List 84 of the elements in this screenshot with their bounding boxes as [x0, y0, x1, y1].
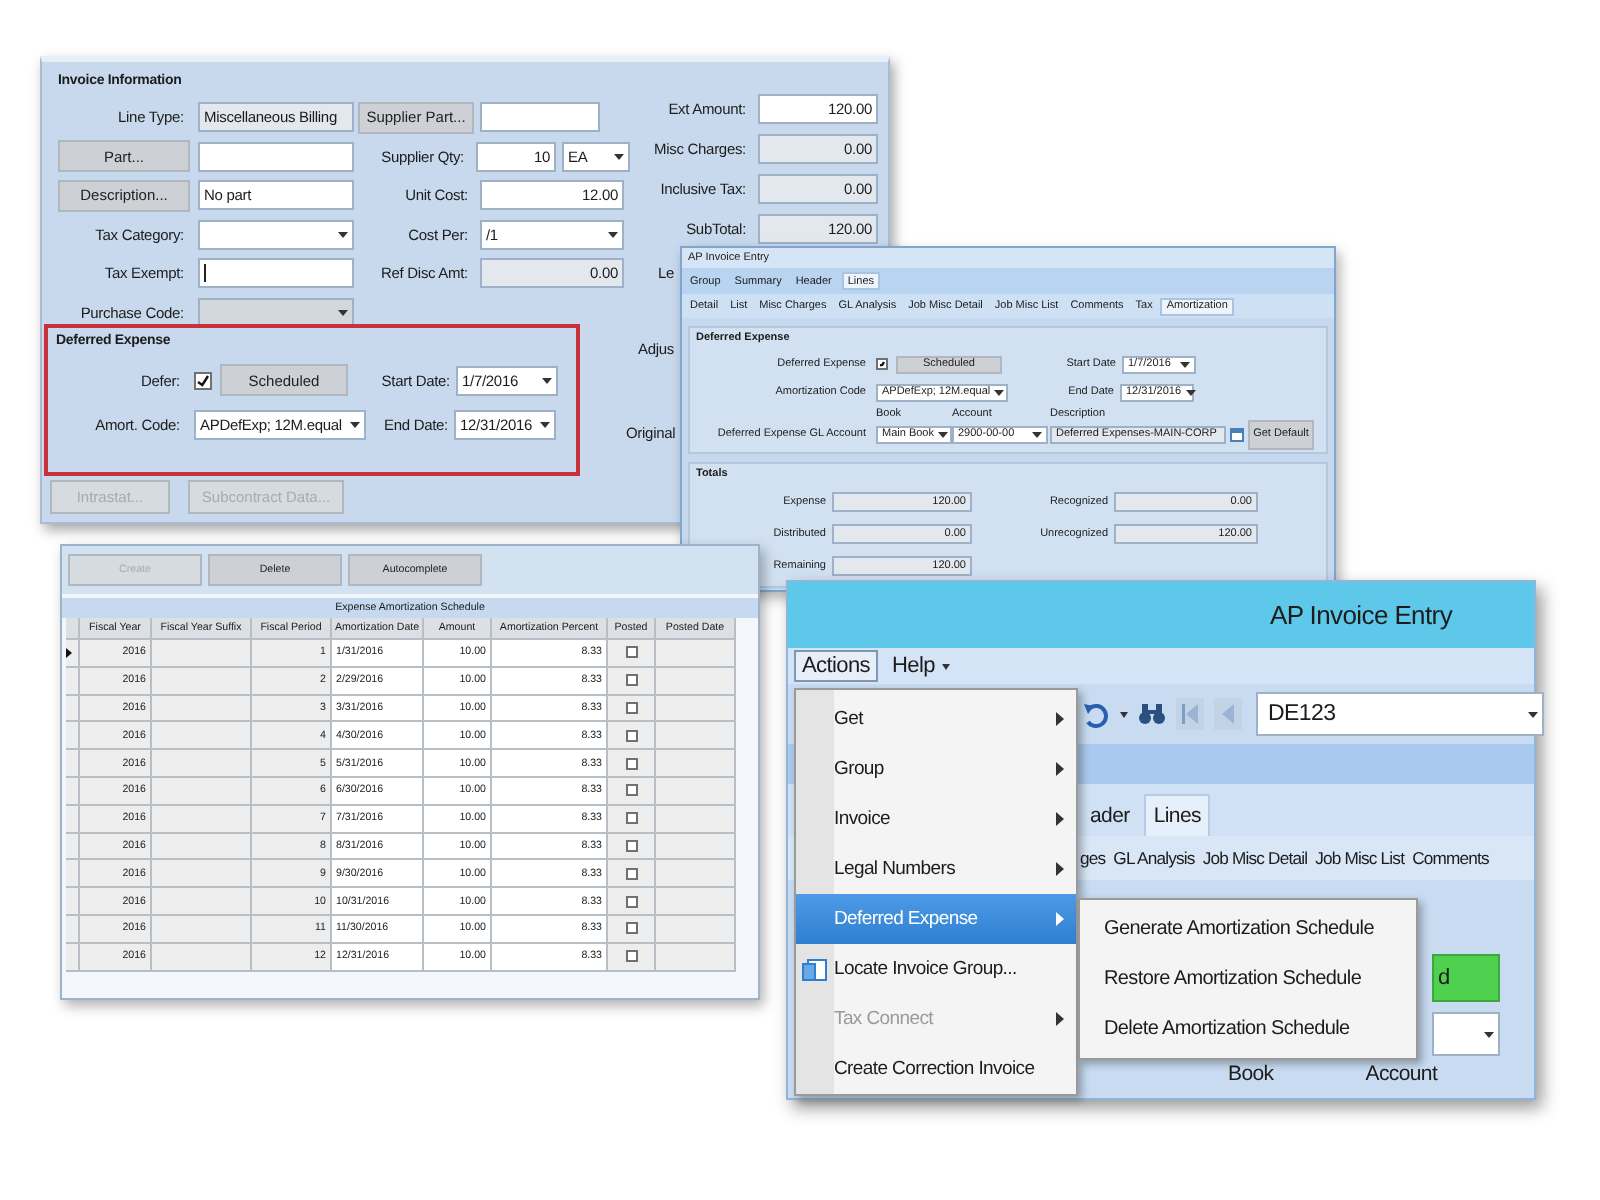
menu-item[interactable]: Create Correction Invoice: [796, 1044, 1076, 1094]
checkbox[interactable]: [625, 729, 637, 742]
checkbox[interactable]: [625, 922, 637, 935]
submenu-arrow-icon: [1056, 712, 1064, 726]
record-dropdown[interactable]: DE123: [1256, 692, 1544, 736]
column-label: Account: [1365, 1062, 1438, 1086]
column-label: Book: [1228, 1062, 1274, 1086]
submenu-arrow-icon: [1056, 912, 1064, 926]
dropdown-arrow-icon: [1180, 361, 1190, 367]
menu-bar-item[interactable]: Actions: [794, 650, 878, 682]
table-cell: [152, 640, 252, 668]
dropdown-arrow-icon: [938, 431, 948, 437]
menu-item[interactable]: Generate Amortization Schedule: [1080, 904, 1416, 954]
checkbox[interactable]: [625, 867, 637, 880]
dropdown-arrow-icon: [608, 231, 618, 238]
row-pointer-icon: [66, 647, 72, 658]
dropdown-arrow-icon: [338, 309, 348, 316]
tab[interactable]: GL Analysis: [1113, 848, 1195, 868]
menu-item[interactable]: Restore Amortization Schedule: [1080, 954, 1416, 1004]
table-cell: [152, 915, 252, 944]
menu-item[interactable]: Legal Numbers: [796, 844, 1076, 894]
checkbox[interactable]: [625, 757, 637, 770]
calendar-icon: [1230, 427, 1244, 441]
dropdown-field[interactable]: [198, 219, 354, 250]
checkbox[interactable]: [625, 646, 637, 659]
submenu-arrow-icon: [1056, 1012, 1064, 1026]
dropdown-arrow-icon: [994, 389, 1005, 395]
checkbox[interactable]: [625, 812, 637, 825]
table-cell: [152, 805, 252, 834]
dropdown-arrow-icon: [1484, 1031, 1494, 1037]
dropdown-field[interactable]: [1432, 1012, 1500, 1056]
dropdown-arrow-icon: [1185, 389, 1196, 395]
dropdown-arrow-icon: [1032, 431, 1042, 437]
dropdown-arrow-icon: [540, 421, 550, 427]
first-record-icon: [1176, 698, 1204, 730]
checkbox[interactable]: [625, 701, 637, 714]
table-cell: [152, 888, 252, 916]
table-cell: [152, 667, 252, 696]
checkbox[interactable]: [194, 371, 212, 389]
tab[interactable]: ges: [1080, 848, 1106, 868]
dropdown-arrow-icon: [542, 377, 552, 383]
submenu-arrow-icon: [1056, 862, 1064, 876]
menu-item[interactable]: Invoice: [796, 794, 1076, 844]
text-field[interactable]: [198, 141, 354, 172]
table-cell: [152, 722, 252, 751]
checkbox[interactable]: [625, 784, 637, 797]
text-field[interactable]: [480, 102, 600, 133]
text-field[interactable]: [198, 258, 354, 289]
checkbox[interactable]: [625, 950, 637, 963]
status-field: d: [1432, 954, 1500, 1002]
dropdown-arrow-icon: [1528, 711, 1538, 717]
caret-icon: [1120, 711, 1128, 717]
tab[interactable]: ader: [1082, 796, 1138, 836]
table-cell: [152, 695, 252, 723]
binoculars-icon: [1138, 702, 1166, 726]
tab[interactable]: Job Misc Detail: [1202, 848, 1308, 868]
menu-item[interactable]: Delete Amortization Schedule: [1080, 1004, 1416, 1054]
checkbox[interactable]: [625, 895, 637, 908]
tab[interactable]: Job Misc List: [1315, 848, 1405, 868]
table-cell: [152, 943, 252, 972]
table-cell: [152, 750, 252, 778]
row-header[interactable]: [66, 640, 80, 668]
menu-item[interactable]: Group: [796, 744, 1076, 794]
checkbox[interactable]: [625, 839, 637, 852]
checkbox[interactable]: [876, 358, 888, 370]
dropdown-arrow-icon: [614, 153, 624, 160]
undo-icon: [1082, 701, 1110, 727]
dropdown-arrow-icon: [338, 231, 348, 238]
dropdown-arrow-icon: [350, 421, 360, 427]
menu-bar-item[interactable]: Help: [883, 650, 959, 682]
tab[interactable]: Lines: [1143, 794, 1211, 836]
window-icon: [802, 957, 828, 981]
checkbox[interactable]: [625, 674, 637, 687]
table-cell: [152, 833, 252, 861]
caret-icon: [942, 663, 951, 669]
table-cell: [152, 860, 252, 889]
tab[interactable]: Comments: [1412, 848, 1489, 868]
table-cell: [152, 777, 252, 806]
submenu-arrow-icon: [1056, 762, 1064, 776]
previous-record-icon: [1214, 698, 1242, 730]
menu-item[interactable]: Locate Invoice Group...: [796, 944, 1076, 994]
window-title: AP Invoice Entry: [1269, 600, 1453, 630]
menu-item[interactable]: Get: [796, 694, 1076, 744]
submenu-arrow-icon: [1056, 812, 1064, 826]
